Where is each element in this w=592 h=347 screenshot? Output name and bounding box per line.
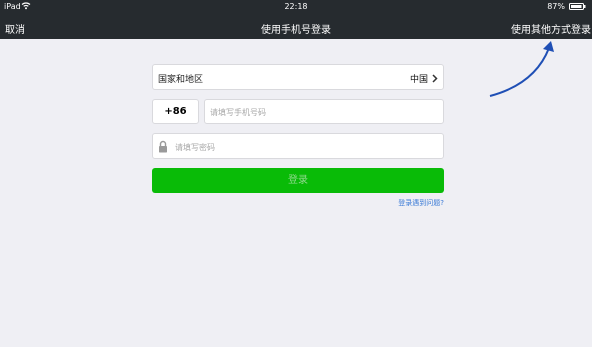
country-code[interactable]: +86 bbox=[152, 99, 199, 124]
lock-icon bbox=[159, 140, 167, 153]
password-input[interactable]: 请填写密码 bbox=[152, 133, 444, 159]
battery-icon bbox=[569, 3, 586, 10]
phone-number-input[interactable]: 请填写手机号码 bbox=[204, 99, 444, 124]
annotation-arrow bbox=[489, 41, 554, 97]
region-value: 中国 bbox=[409, 75, 428, 85]
chevron-right-icon bbox=[432, 74, 438, 83]
other-login-method-button[interactable]: 使用其他方式登录 bbox=[511, 21, 591, 36]
region-selector[interactable]: 国家和地区 中国 bbox=[152, 64, 444, 90]
battery-percent: 87% bbox=[547, 2, 565, 11]
login-button[interactable]: 登录 bbox=[152, 168, 444, 193]
region-label: 国家和地区 bbox=[158, 75, 204, 85]
login-help-link[interactable]: 登录遇到问题? bbox=[398, 198, 444, 208]
status-bar: iPad 22:18 87% bbox=[0, 0, 592, 13]
status-time: 22:18 bbox=[284, 2, 308, 11]
top-bar: iPad 22:18 87% 取消 使用手机号登录 使用其他方式登录 bbox=[0, 0, 592, 39]
password-placeholder: 请填写密码 bbox=[175, 143, 215, 152]
page-title: 使用手机号登录 bbox=[261, 25, 331, 36]
phone-placeholder: 请填写手机号码 bbox=[210, 108, 266, 117]
